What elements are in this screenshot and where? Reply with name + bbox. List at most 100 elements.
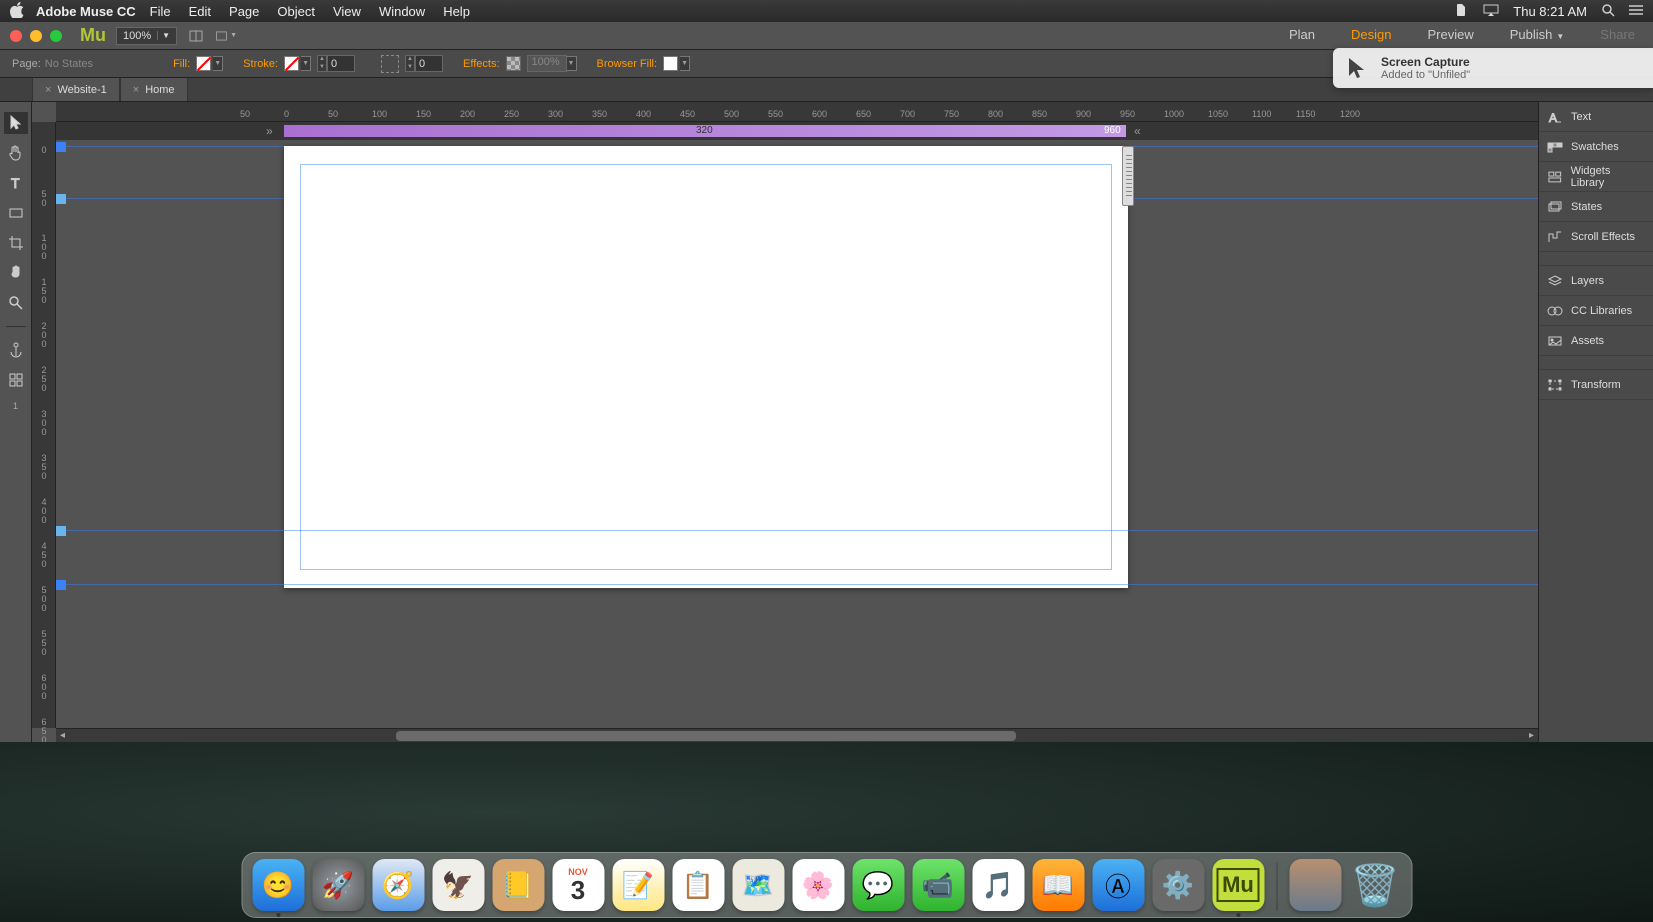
notification-toast[interactable]: Screen Capture Added to "Unfiled" xyxy=(1333,48,1653,88)
menu-file[interactable]: File xyxy=(150,4,171,19)
mode-publish[interactable]: Publish▼ xyxy=(1492,21,1583,51)
tool-hand[interactable] xyxy=(4,142,28,164)
evernote-icon[interactable] xyxy=(1455,3,1469,20)
dock-reminders[interactable]: 📋 xyxy=(672,859,724,911)
stroke-width-spinner[interactable]: ▲▼ xyxy=(317,55,327,72)
corner-radius-spinner[interactable]: ▲▼ xyxy=(405,55,415,72)
fill-dropdown[interactable]: ▼ xyxy=(213,56,223,71)
spotlight-icon[interactable] xyxy=(1601,3,1615,20)
close-icon[interactable]: × xyxy=(45,84,51,96)
scroll-thumb[interactable] xyxy=(396,731,1016,741)
breakpoint-bar[interactable]: » 320 960 « xyxy=(56,122,1538,140)
guide-marker[interactable] xyxy=(56,142,66,152)
dock-itunes[interactable]: 🎵 xyxy=(972,859,1024,911)
panel-scroll-effects[interactable]: Scroll Effects xyxy=(1539,222,1653,252)
panel-states[interactable]: States xyxy=(1539,192,1653,222)
tool-crop[interactable] xyxy=(4,232,28,254)
dock-facetime[interactable]: 📹 xyxy=(912,859,964,911)
tool-pointer[interactable] xyxy=(4,112,28,134)
maximize-button[interactable] xyxy=(50,30,62,42)
dock-contacts[interactable]: 📒 xyxy=(492,859,544,911)
menu-page[interactable]: Page xyxy=(229,4,259,19)
menubar-clock[interactable]: Thu 8:21 AM xyxy=(1513,4,1587,19)
menu-view[interactable]: View xyxy=(333,4,361,19)
dock-preferences[interactable]: ⚙️ xyxy=(1152,859,1204,911)
dock-maps[interactable]: 🗺️ xyxy=(732,859,784,911)
ruler-horizontal[interactable]: 5005010015020025030035040045050055060065… xyxy=(56,102,1538,122)
tab-website-1[interactable]: × Website-1 xyxy=(32,78,120,101)
stroke-swatch[interactable] xyxy=(284,56,299,71)
dock-appstore[interactable]: Ⓐ xyxy=(1092,859,1144,911)
chevron-left-icon[interactable]: « xyxy=(1134,124,1141,138)
airplay-icon[interactable] xyxy=(1483,4,1499,19)
dock-mail[interactable]: 🦅 xyxy=(432,859,484,911)
mode-plan[interactable]: Plan xyxy=(1271,21,1333,51)
tool-align[interactable] xyxy=(4,369,28,391)
page-states-value[interactable]: No States xyxy=(45,58,93,70)
dock-calendar[interactable]: NOV3 xyxy=(552,859,604,911)
opacity-input[interactable]: 100% xyxy=(527,55,567,72)
dock-photos[interactable]: 🌸 xyxy=(792,859,844,911)
canvas[interactable] xyxy=(56,140,1538,728)
guide-marker[interactable] xyxy=(56,526,66,536)
browser-fill-dropdown[interactable]: ▼ xyxy=(680,56,690,71)
dock-desktop-pic[interactable] xyxy=(1289,859,1341,911)
close-button[interactable] xyxy=(10,30,22,42)
scroll-right-icon[interactable]: ▸ xyxy=(1529,730,1534,741)
zoom-selector[interactable]: 100% ▼ xyxy=(116,27,177,45)
app-name[interactable]: Adobe Muse CC xyxy=(36,4,136,19)
page-artboard[interactable] xyxy=(284,146,1128,588)
dock-muse[interactable]: Mu xyxy=(1212,859,1264,911)
chevron-right-icon[interactable]: » xyxy=(266,124,273,138)
stroke-dropdown[interactable]: ▼ xyxy=(301,56,311,71)
tool-zoom[interactable] xyxy=(4,292,28,314)
mode-design[interactable]: Design xyxy=(1333,21,1409,51)
panel-text[interactable]: AText xyxy=(1539,102,1653,132)
mode-preview[interactable]: Preview xyxy=(1409,21,1491,51)
dock-ibooks[interactable]: 📖 xyxy=(1032,859,1084,911)
stroke-width-input[interactable] xyxy=(327,55,355,72)
mode-share[interactable]: Share xyxy=(1582,21,1653,51)
dock-notes[interactable]: 📝 xyxy=(612,859,664,911)
panel-widgets-library[interactable]: Widgets Library xyxy=(1539,162,1653,192)
panel-cc-libraries[interactable]: CC Libraries xyxy=(1539,296,1653,326)
corner-radius-input[interactable] xyxy=(415,55,443,72)
tool-rectangle[interactable] xyxy=(4,202,28,224)
panel-layers[interactable]: Layers xyxy=(1539,266,1653,296)
dock-launchpad[interactable]: 🚀 xyxy=(312,859,364,911)
panel-swatches[interactable]: Swatches xyxy=(1539,132,1653,162)
minimize-button[interactable] xyxy=(30,30,42,42)
page-height-grip[interactable] xyxy=(1122,146,1134,206)
browser-fill-swatch[interactable] xyxy=(663,56,678,71)
tool-pan[interactable] xyxy=(4,262,28,284)
guide-footer[interactable] xyxy=(56,530,1538,531)
panel-transform[interactable]: Transform xyxy=(1539,370,1653,400)
guide-bottom[interactable] xyxy=(56,584,1538,585)
menu-help[interactable]: Help xyxy=(443,4,470,19)
notification-center-icon[interactable] xyxy=(1629,4,1643,19)
fill-swatch[interactable] xyxy=(196,56,211,71)
dock-messages[interactable]: 💬 xyxy=(852,859,904,911)
arrange-button-1[interactable] xyxy=(185,27,207,45)
ruler-vertical[interactable]: 050100150200250300350400450500550600650 xyxy=(32,122,56,728)
close-icon[interactable]: × xyxy=(133,84,139,96)
apple-icon[interactable] xyxy=(10,2,24,21)
opacity-dropdown[interactable]: ▼ xyxy=(567,56,577,71)
menu-window[interactable]: Window xyxy=(379,4,425,19)
tool-text[interactable]: T xyxy=(4,172,28,194)
panel-assets[interactable]: Assets xyxy=(1539,326,1653,356)
corner-icon[interactable] xyxy=(381,55,399,73)
tab-home[interactable]: × Home xyxy=(120,78,188,101)
arrange-button-2[interactable]: ▼ xyxy=(215,27,237,45)
scrollbar-horizontal[interactable]: ◂ ▸ xyxy=(56,728,1538,742)
dock-trash[interactable]: 🗑️ xyxy=(1349,859,1401,911)
dock-finder[interactable]: 😊 xyxy=(252,859,304,911)
menu-edit[interactable]: Edit xyxy=(189,4,211,19)
dock-safari[interactable]: 🧭 xyxy=(372,859,424,911)
guide-marker[interactable] xyxy=(56,580,66,590)
guide-marker[interactable] xyxy=(56,194,66,204)
effects-swatch[interactable] xyxy=(506,56,521,71)
scroll-left-icon[interactable]: ◂ xyxy=(60,730,65,741)
tool-anchor[interactable] xyxy=(4,339,28,361)
menu-object[interactable]: Object xyxy=(277,4,315,19)
